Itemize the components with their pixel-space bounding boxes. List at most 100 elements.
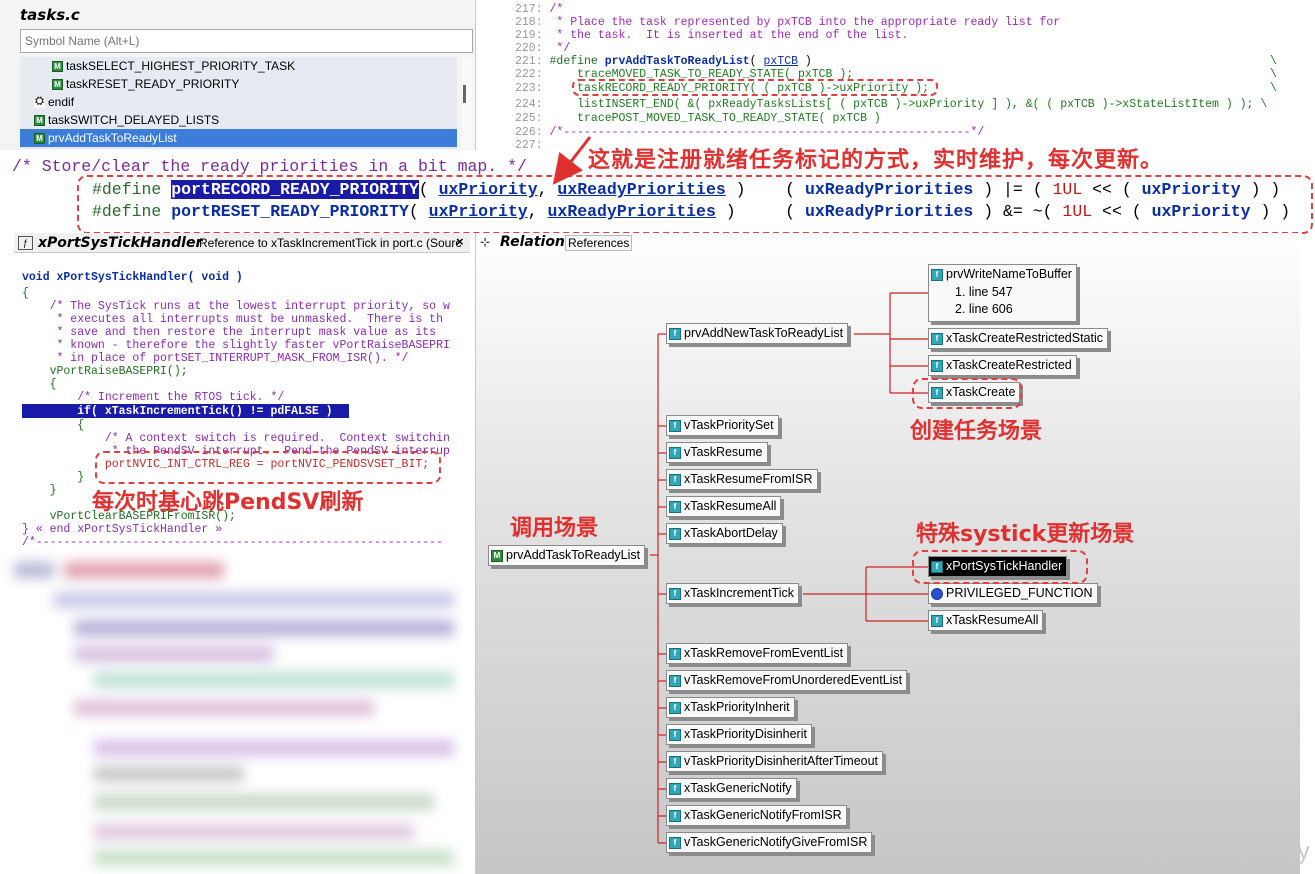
reference-tab-subtitle: Reference to xTaskIncrementTick in port.…	[199, 236, 462, 250]
relation-node[interactable]: f xTaskResumeAll	[666, 496, 782, 517]
symbol-scrollbar-thumb[interactable]	[463, 85, 466, 103]
line-continuation: \	[1270, 55, 1277, 68]
highlight-box	[572, 79, 938, 96]
macro-icon: M	[34, 132, 45, 144]
relation-node[interactable]: f xTaskCreateRestricted	[928, 355, 1077, 376]
code-line: 220: */	[515, 42, 571, 55]
code-line: 218: * Place the task represented by pxT…	[515, 16, 1061, 29]
function-icon: f	[669, 419, 681, 432]
relation-node[interactable]: f xTaskCreateRestrictedStatic	[928, 328, 1109, 349]
macro-icon: M	[52, 78, 63, 90]
code-line: } « end xPortSysTickHandler »	[22, 523, 223, 536]
annotation-ready-marking: 这就是注册就绪任务标记的方式，实时维护，每次更新。	[588, 148, 1164, 173]
systick-highlight-box	[912, 550, 1088, 584]
relation-node[interactable]: PRIVILEGED_FUNCTION	[928, 583, 1098, 604]
function-icon: f	[669, 327, 681, 340]
line-continuation: \	[1270, 82, 1277, 95]
function-icon: f	[931, 359, 943, 372]
relation-node-multiline[interactable]: f prvWriteNameToBuffer 1. line 547 2. lin…	[928, 264, 1077, 322]
blurred-region	[14, 550, 470, 874]
symbol-item-label: taskSWITCH_DELAYED_LISTS	[48, 113, 220, 127]
line-continuation: \	[1270, 68, 1277, 81]
symbol-item-label: taskSELECT_HIGHEST_PRIORITY_TASK	[66, 59, 296, 73]
code-line: }	[22, 471, 85, 484]
function-icon: f	[669, 674, 681, 687]
code-line: void xPortSysTickHandler( void )	[22, 271, 243, 284]
function-icon: f	[669, 701, 681, 714]
store-comment: /* Store/clear the ready priorities in a…	[12, 157, 527, 176]
relation-node[interactable]: f xTaskResumeAll	[928, 610, 1044, 631]
code-line: /* Increment the RTOS tick. */	[22, 391, 285, 404]
function-icon: f	[931, 268, 943, 281]
code-line: 224: listINSERT_END( &( pxReadyTasksList…	[515, 98, 1268, 111]
symbol-list: M taskSELECT_HIGHEST_PRIORITY_TASK M tas…	[20, 57, 457, 149]
annotation-call-scene: 调用场景	[510, 516, 599, 541]
function-icon: ƒ	[18, 236, 33, 250]
code-line: /* The SysTick runs at the lowest interr…	[22, 300, 450, 313]
relation-node[interactable]: f vTaskRemoveFromUnorderedEventList	[666, 670, 908, 691]
code-line: }	[22, 484, 57, 497]
relation-node[interactable]: f vTaskPrioritySet	[666, 415, 779, 436]
macro-icon: M	[491, 549, 503, 562]
code-line: {	[22, 287, 29, 300]
function-icon: f	[669, 647, 681, 660]
symbol-item[interactable]: M taskSELECT_HIGHEST_PRIORITY_TASK	[20, 57, 457, 75]
preprocessor-icon: ⛭	[34, 94, 45, 108]
symbol-item[interactable]: M taskSWITCH_DELAYED_LISTS	[20, 111, 457, 129]
relation-node[interactable]: f xTaskPriorityInherit	[666, 697, 795, 718]
globe-icon	[931, 587, 943, 600]
annotation-systick-scene: 特殊systick更新场景	[916, 522, 1135, 547]
macro-icon: M	[52, 60, 63, 72]
reference-tab-title[interactable]: xPortSysTickHandler	[38, 235, 202, 251]
code-line-highlighted: if( xTaskIncrementTick() != pdFALSE )	[22, 405, 333, 418]
code-line: * known - therefore the slightly faster …	[22, 339, 450, 352]
function-icon: f	[931, 332, 943, 345]
function-icon: f	[669, 836, 681, 849]
relation-root-node[interactable]: MprvAddTaskToReadyList	[488, 545, 646, 566]
symbol-item-label: endif	[48, 95, 75, 109]
close-icon[interactable]: ×	[456, 234, 464, 249]
define-highlight-box	[77, 175, 1313, 234]
symbol-scrollbar[interactable]	[462, 57, 472, 149]
code-line: {	[22, 419, 85, 432]
relation-node[interactable]: f vTaskPriorityDisinheritAfterTimeout	[666, 751, 884, 772]
symbol-item[interactable]: ⛭ endif	[20, 93, 457, 111]
relation-node[interactable]: f prvAddNewTaskToReadyList	[666, 323, 849, 344]
code-line: {	[22, 378, 57, 391]
relation-node[interactable]: f vTaskGenericNotifyGiveFromISR	[666, 832, 873, 853]
code-line: 221: #define prvAddTaskToReadyList( pxTC…	[515, 55, 812, 68]
relation-node[interactable]: f xTaskAbortDelay	[666, 523, 783, 544]
line-ref[interactable]: 2. line 606	[931, 301, 1013, 318]
symbol-item-label: taskRESET_READY_PRIORITY	[66, 77, 240, 91]
function-icon: f	[669, 755, 681, 768]
function-icon: f	[669, 587, 681, 600]
function-icon: f	[669, 500, 681, 513]
code-line: * in place of portSET_INTERRUPT_MASK_FRO…	[22, 352, 409, 365]
function-icon: f	[931, 614, 943, 627]
code-line: vPortRaiseBASEPRI();	[22, 365, 188, 378]
relation-node[interactable]: f vTaskResume	[666, 442, 768, 463]
create-highlight-box	[912, 378, 1022, 409]
code-line: * executes all interrupts must be unmask…	[22, 313, 443, 326]
relation-node[interactable]: f xTaskGenericNotify	[666, 778, 797, 799]
watermark: CSDN @Mapleay	[1120, 838, 1310, 865]
symbol-item-selected[interactable]: M prvAddTaskToReadyList	[20, 129, 457, 147]
relation-node[interactable]: f xTaskGenericNotifyFromISR	[666, 805, 847, 826]
symbol-panel-title: tasks.c	[20, 6, 80, 24]
function-icon: f	[669, 527, 681, 540]
function-icon: f	[669, 728, 681, 741]
annotation-create-scene: 创建任务场景	[910, 419, 1043, 444]
function-icon: f	[669, 782, 681, 795]
relation-node[interactable]: f xTaskPriorityDisinherit	[666, 724, 812, 745]
relation-node[interactable]: f xTaskIncrementTick	[666, 583, 799, 604]
code-line: 217: /*	[515, 3, 564, 16]
symbol-item[interactable]: M taskRESET_READY_PRIORITY	[20, 75, 457, 93]
relation-node[interactable]: f xTaskRemoveFromEventList	[666, 643, 849, 664]
line-ref[interactable]: 1. line 547	[931, 284, 1013, 301]
code-line: * save and then restore the interrupt ma…	[22, 326, 443, 339]
code-line: /* A context switch is required. Context…	[22, 432, 450, 445]
code-line: 219: * the task. It is inserted at the e…	[515, 29, 909, 42]
pendsv-highlight-box	[95, 451, 441, 484]
symbol-search-input[interactable]	[20, 29, 473, 53]
relation-node[interactable]: f xTaskResumeFromISR	[666, 469, 818, 490]
